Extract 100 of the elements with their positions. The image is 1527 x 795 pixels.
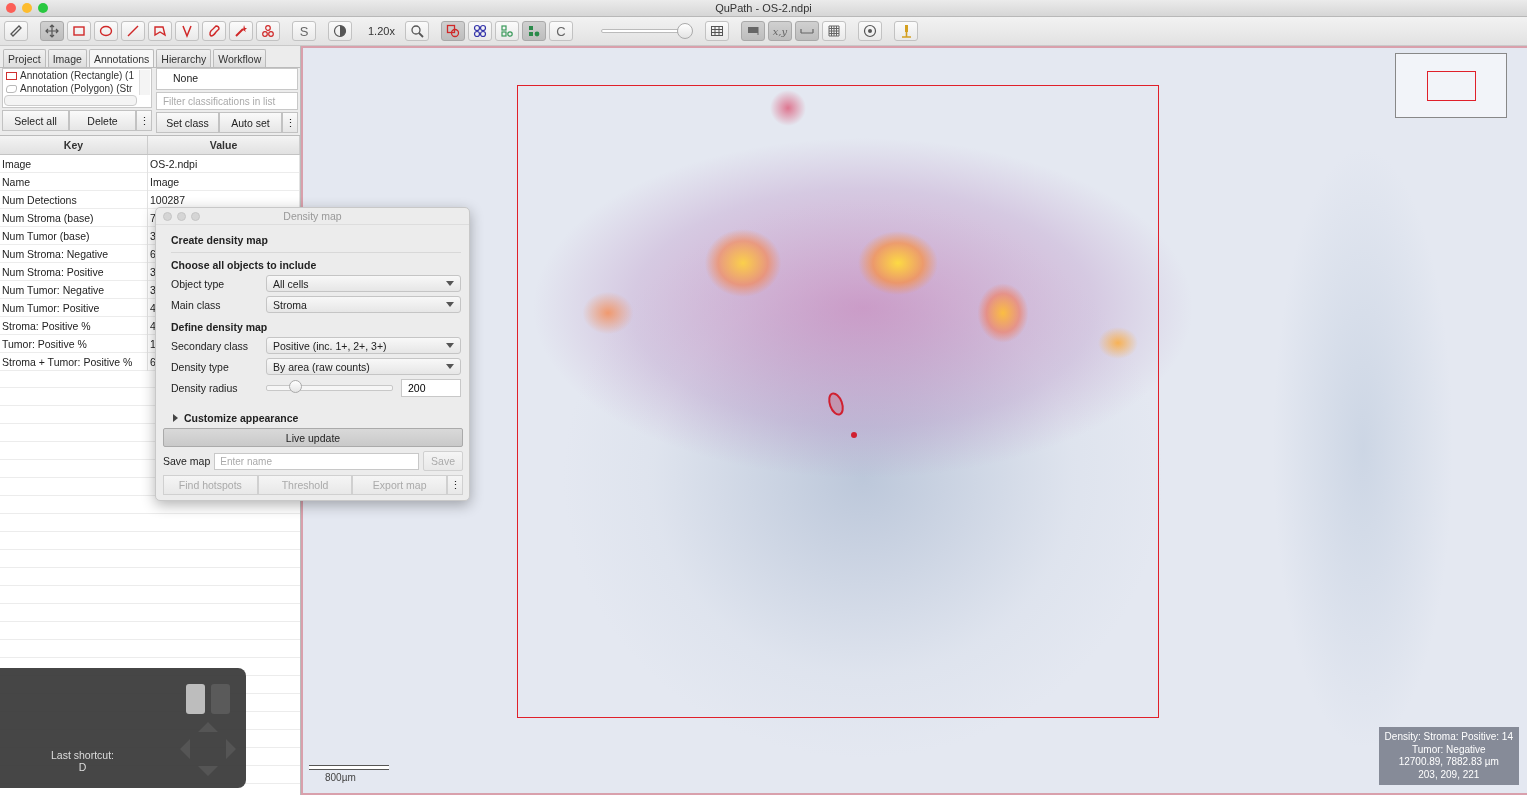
class-list[interactable]: None [156, 68, 298, 90]
vertical-scrollbar[interactable] [139, 70, 150, 95]
line-icon [125, 23, 141, 39]
dropdown[interactable]: By area (raw counts) [266, 358, 461, 375]
annotation-item[interactable]: Annotation (Polygon) (Str [20, 82, 133, 95]
circles-icon [471, 23, 488, 39]
ellipse-annotation[interactable] [827, 391, 845, 417]
shortcut-label: Last shortcut: [51, 749, 114, 761]
scale-bar-button[interactable] [794, 21, 819, 41]
action-button[interactable]: Delete [69, 110, 136, 131]
info-text: 12700.89, 7882.83 µm [1397, 756, 1500, 769]
info-text: 203, 209, 221 [1417, 768, 1481, 781]
slider-thumb[interactable] [676, 23, 693, 39]
column-header: Key [0, 136, 148, 154]
toolbar-button[interactable]: C [548, 21, 573, 41]
section-heading: Define density map [171, 321, 269, 335]
grid-button[interactable] [821, 21, 846, 41]
shortcut-key: D [78, 761, 87, 773]
tab[interactable]: Hierarchy [156, 49, 212, 67]
ellipse-icon [98, 23, 114, 39]
column-header: Value [148, 136, 300, 154]
caret-icon [446, 302, 454, 307]
ruler-icon [8, 23, 24, 39]
move-button[interactable] [40, 21, 64, 41]
points-button[interactable] [256, 21, 280, 41]
appearance-toggle[interactable]: Customize appearance [173, 412, 461, 424]
tab[interactable]: Workflow [213, 49, 267, 67]
filled-detections-button[interactable] [521, 21, 546, 41]
line-button[interactable] [121, 21, 145, 41]
caret-icon [446, 364, 454, 369]
ellipse-button[interactable] [94, 21, 118, 41]
overview-button[interactable] [740, 21, 765, 41]
move-icon [44, 23, 60, 39]
maximize-window-button[interactable] [38, 3, 48, 13]
scale-bar-icon [799, 28, 814, 34]
zoom-level: 1.20x [368, 25, 395, 37]
contrast-button[interactable] [328, 21, 352, 41]
caret-icon [446, 343, 454, 348]
polyline-button[interactable] [175, 21, 199, 41]
toolbar-button[interactable]: x,y [767, 21, 792, 41]
window-title: QuPath - OS-2.ndpi [715, 2, 812, 14]
horizontal-scrollbar[interactable] [4, 95, 137, 106]
polygon-icon [152, 23, 168, 39]
live-update-button[interactable]: Live update [163, 428, 463, 447]
class-item[interactable]: None [157, 69, 215, 87]
action-button[interactable]: Select all [2, 110, 69, 131]
ruler-button[interactable] [4, 21, 28, 41]
overview-thumbnail[interactable] [1395, 53, 1507, 118]
contrast-icon [332, 23, 348, 39]
filter-field[interactable]: Filter classifications in list [156, 92, 298, 110]
polyline-icon [179, 23, 195, 39]
microscope-button[interactable] [893, 21, 918, 41]
overlapping-squares-button[interactable] [440, 21, 465, 41]
brush-icon [206, 23, 222, 39]
settings-icon [861, 23, 878, 39]
viewport-rectangle [1427, 71, 1476, 101]
close-window-button[interactable] [6, 3, 16, 13]
field-label: Density type [171, 360, 230, 373]
annotation-list[interactable]: Annotation (Rectangle) (1 Annotation (Polygon) (Str [2, 68, 152, 108]
dialog-heading: Create density map [171, 231, 461, 253]
caret-icon [446, 281, 454, 286]
more-button[interactable]: ⋮ [282, 112, 298, 133]
action-button[interactable]: Auto set [219, 112, 282, 133]
polygon-button[interactable] [148, 21, 172, 41]
rectangle-annotation[interactable] [517, 85, 1159, 718]
field-label: Secondary class [171, 339, 250, 352]
radius-field[interactable]: 200 [401, 378, 461, 397]
more-button[interactable]: ⋮ [447, 475, 463, 495]
annotation-item[interactable]: Annotation (Rectangle) (1 [20, 69, 134, 82]
field-label: Save map [163, 455, 211, 467]
brush-button[interactable] [202, 21, 226, 41]
scale-bar-label: 800µm [324, 772, 356, 783]
slider-thumb[interactable] [288, 379, 302, 393]
dropdown[interactable]: Positive (inc. 1+, 2+, 3+) [266, 337, 461, 354]
wand-button[interactable] [229, 21, 253, 41]
info-text: Density: Stroma: Positive: 14 [1384, 731, 1513, 744]
rectangle-button[interactable] [67, 21, 91, 41]
detections-icon [498, 23, 515, 39]
dropdown[interactable]: Stroma [266, 296, 461, 313]
tab[interactable]: Annotations [88, 49, 155, 67]
more-button[interactable]: ⋮ [136, 110, 152, 131]
dropdown[interactable]: All cells [266, 275, 461, 292]
rectangle-icon [71, 23, 87, 39]
field-label: Main class [171, 298, 222, 311]
info-text: Tumor: Negative [1411, 743, 1487, 756]
points-icon [260, 23, 276, 39]
toolbar-button[interactable]: S [292, 21, 316, 41]
table-cell: Stroma + Tumor: Positive % [0, 353, 148, 371]
zoom-button[interactable] [404, 21, 429, 41]
action-button[interactable]: Set class [156, 112, 219, 133]
circles-button[interactable] [467, 21, 492, 41]
settings-button[interactable] [857, 21, 882, 41]
grid-icon [825, 23, 842, 39]
point-annotation[interactable] [851, 432, 857, 438]
table-button[interactable] [704, 21, 729, 41]
field-label: Density radius [171, 381, 239, 394]
tab[interactable]: Image [47, 49, 87, 67]
tab[interactable]: Project [3, 49, 46, 67]
table-icon [708, 23, 725, 39]
overlapping-squares-icon [444, 23, 461, 39]
